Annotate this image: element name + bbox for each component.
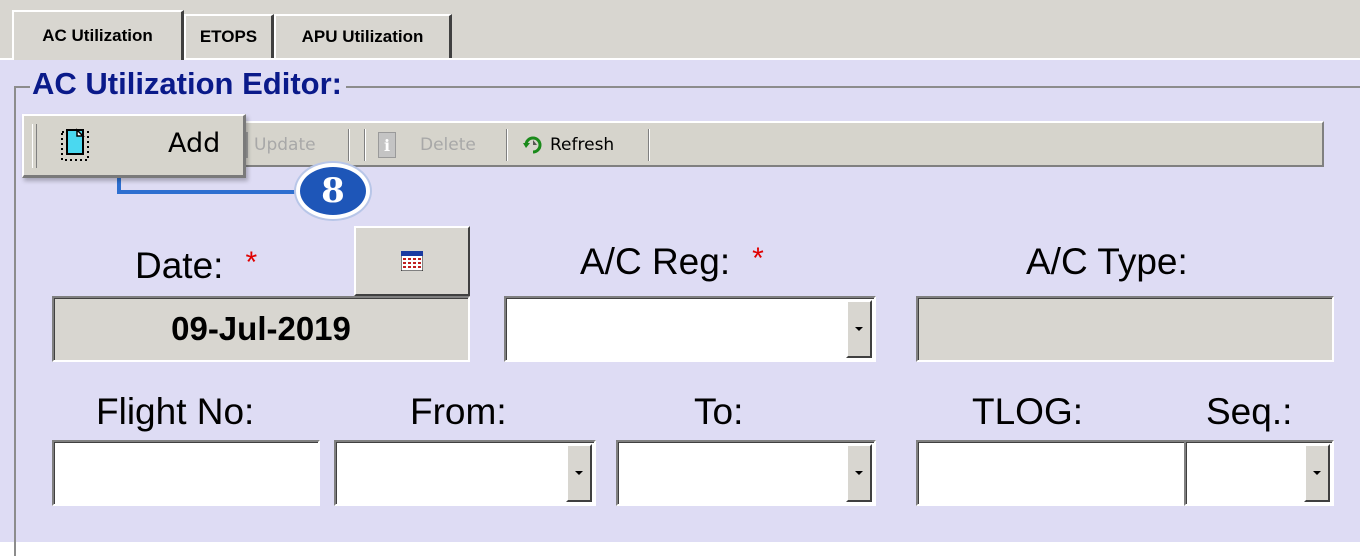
from-label: From: (410, 391, 507, 432)
add-button[interactable]: Add (22, 114, 246, 178)
flight-no-field[interactable] (52, 440, 320, 506)
date-field[interactable]: 09-Jul-2019 (52, 296, 470, 362)
step-badge: 8 (296, 163, 370, 219)
tab-label: AC Utilization (42, 26, 153, 45)
chevron-down-icon (855, 327, 863, 331)
calendar-button[interactable] (354, 226, 470, 296)
delete-button[interactable]: i Delete (378, 129, 476, 161)
seq-label: Seq.: (1206, 391, 1293, 432)
toolbar-separator (648, 129, 650, 161)
tlog-label: TLOG: (972, 391, 1084, 432)
to-dropdown-button[interactable] (846, 444, 872, 502)
update-button[interactable]: Update (240, 129, 316, 161)
toolbar-separator (506, 129, 508, 161)
tab-strip: AC Utilization ETOPS APU Utilization (0, 0, 1360, 60)
ac-type-label: A/C Type: (1026, 241, 1188, 282)
ac-reg-select[interactable] (504, 296, 876, 362)
ac-reg-label: A/C Reg: (580, 241, 731, 282)
tab-etops[interactable]: ETOPS (184, 14, 274, 58)
refresh-icon (523, 136, 542, 154)
ac-type-field (916, 296, 1334, 362)
refresh-label: Refresh (550, 135, 615, 155)
tab-label: APU Utilization (301, 27, 424, 46)
tab-apu-utilization[interactable]: APU Utilization (274, 14, 452, 58)
from-select[interactable] (334, 440, 596, 506)
delete-icon: i (378, 132, 396, 158)
callout-connector (117, 178, 307, 194)
flight-no-label: Flight No: (96, 391, 255, 432)
tab-label: ETOPS (199, 27, 258, 46)
seq-dropdown-button[interactable] (1304, 444, 1330, 502)
to-select[interactable] (616, 440, 876, 506)
date-label-row: Date: * (135, 244, 257, 291)
add-record-icon (61, 128, 89, 161)
add-label: Add (168, 128, 221, 159)
tab-ac-utilization[interactable]: AC Utilization (12, 10, 184, 60)
tlog-field[interactable] (916, 440, 1186, 506)
calendar-icon (401, 251, 423, 271)
toolbar-grip (32, 124, 37, 168)
editor-title: AC Utilization Editor: (30, 64, 346, 104)
from-dropdown-button[interactable] (566, 444, 592, 502)
ac-reg-label-row: A/C Reg: * (580, 240, 764, 287)
ac-reg-dropdown-button[interactable] (846, 300, 872, 358)
chevron-down-icon (855, 471, 863, 475)
to-label: To: (694, 391, 744, 432)
update-label: Update (254, 135, 316, 155)
date-label: Date: (135, 245, 224, 286)
required-mark: * (245, 246, 258, 279)
delete-label: Delete (420, 135, 476, 155)
date-value: 09-Jul-2019 (171, 310, 351, 347)
toolbar-separator (348, 129, 350, 161)
required-mark: * (752, 242, 764, 275)
seq-select[interactable] (1184, 440, 1334, 506)
refresh-button[interactable]: Refresh (522, 129, 614, 161)
chevron-down-icon (1313, 471, 1321, 475)
chevron-down-icon (575, 471, 583, 475)
toolbar-separator (364, 129, 366, 161)
